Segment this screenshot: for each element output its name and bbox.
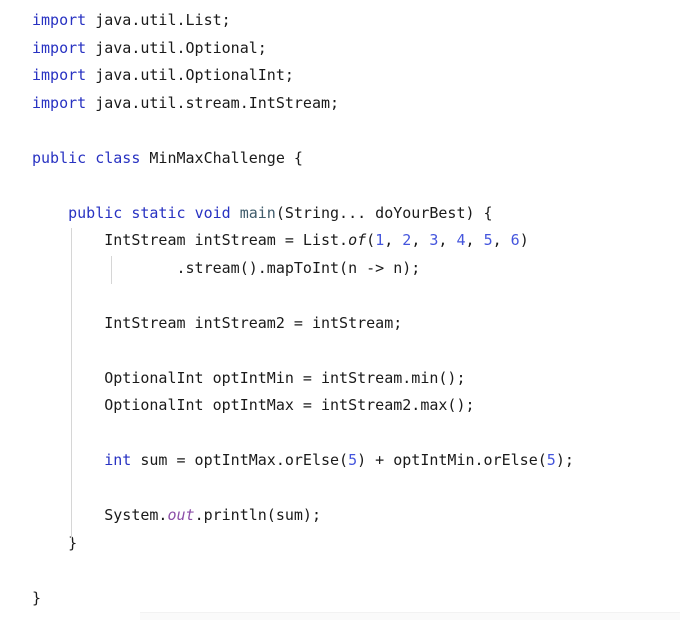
code-token-plain: } (68, 533, 78, 552)
code-token-plain: MinMaxChallenge { (140, 148, 303, 167)
code-token-num: 6 (510, 231, 520, 249)
code-token-kw: static (131, 203, 186, 222)
code-token-plain: IntStream intStream2 = intStream; (104, 313, 403, 332)
code-token-num: 2 (402, 231, 412, 249)
code-token-plain: , (492, 231, 511, 249)
code-line[interactable] (0, 420, 680, 448)
code-token-num: 5 (483, 231, 493, 249)
code-line[interactable]: IntStream intStream2 = intStream; (0, 310, 680, 338)
code-line[interactable] (0, 337, 680, 365)
code-line[interactable]: public class MinMaxChallenge { (0, 145, 680, 173)
code-text-surface[interactable]: import java.util.List; import java.util.O… (0, 7, 680, 612)
code-line[interactable]: import java.util.Optional; (0, 35, 680, 63)
code-token-plain: .stream().mapToInt(n -> n); (176, 258, 421, 277)
code-line[interactable]: System.out.println(sum); (0, 502, 680, 530)
code-line[interactable]: OptionalInt optIntMin = intStream.min(); (0, 365, 680, 393)
code-line[interactable] (0, 557, 680, 585)
code-token-kw: class (95, 148, 141, 167)
code-token-static: of (348, 231, 367, 249)
code-token-plain: OptionalInt optIntMin = intStream.min(); (104, 368, 466, 387)
code-token-plain: ) + optIntMin.orElse( (357, 451, 547, 469)
code-token-plain: System. (104, 506, 168, 524)
code-token-plain: (String... doYourBest) { (275, 203, 493, 222)
code-token-plain: , (438, 231, 457, 249)
code-line[interactable]: .stream().mapToInt(n -> n); (0, 255, 680, 283)
code-token-kw: public (68, 203, 123, 222)
code-token-plain: , (411, 231, 430, 249)
code-token-plain: sum = optIntMax.orElse( (131, 451, 349, 469)
code-line[interactable]: IntStream intStream = List.of(1, 2, 3, 4… (0, 227, 680, 255)
code-token-plain: IntStream intStream = List. (104, 231, 349, 249)
code-line[interactable]: public static void main(String... doYour… (0, 200, 680, 228)
code-token-num: 1 (375, 231, 385, 249)
code-token-num: 4 (456, 231, 466, 249)
code-line[interactable]: OptionalInt optIntMax = intStream2.max()… (0, 392, 680, 420)
code-line[interactable]: int sum = optIntMax.orElse(5) + optIntMi… (0, 447, 680, 475)
code-token-plain: , (384, 231, 403, 249)
clipped-top-code-line: import java.util.ArrayList; (0, 0, 680, 7)
code-line[interactable]: import java.util.OptionalInt; (0, 62, 680, 90)
code-line[interactable] (0, 475, 680, 503)
code-token-kw: import (32, 93, 87, 112)
code-token-plain: ); (555, 451, 574, 469)
code-token-plain: } (32, 588, 42, 607)
code-token-kw: import (32, 66, 87, 84)
code-line[interactable]: } (0, 585, 680, 613)
code-token-plain: java.util.Optional; (86, 38, 267, 57)
code-token-plain: OptionalInt optIntMax = intStream2.max()… (104, 396, 475, 414)
code-token-kw: public (32, 148, 87, 167)
code-line[interactable] (0, 172, 680, 200)
code-line[interactable]: import java.util.stream.IntStream; (0, 90, 680, 118)
code-token-plain: java.util.OptionalInt; (86, 66, 294, 84)
bottom-edge-band (140, 612, 680, 620)
code-token-plain: java.util.stream.IntStream; (86, 93, 340, 112)
code-token-plain: , (465, 231, 484, 249)
code-line[interactable]: import java.util.List; (0, 7, 680, 35)
code-line[interactable] (0, 117, 680, 145)
code-token-kw: import (32, 11, 87, 29)
code-token-plain: ) (519, 231, 529, 249)
indent-guide-method-body (71, 228, 72, 540)
code-token-kw: import (32, 38, 87, 57)
code-token-plain: ( (366, 231, 376, 249)
code-line[interactable]: } (0, 530, 680, 558)
code-token-plain: java.util.List; (86, 11, 231, 29)
code-token-kw: int (104, 451, 132, 469)
code-line[interactable] (0, 282, 680, 310)
code-token-num: 5 (546, 451, 556, 469)
code-token-field: out (167, 506, 195, 524)
indent-guide-continuation-line (111, 256, 112, 284)
code-token-num: 5 (348, 451, 358, 469)
code-token-kw: void (194, 203, 231, 222)
code-token-method: main (239, 203, 276, 222)
code-token-plain: .println(sum); (194, 506, 321, 524)
code-editor-viewport[interactable]: import java.util.ArrayList; import java.… (0, 0, 680, 620)
